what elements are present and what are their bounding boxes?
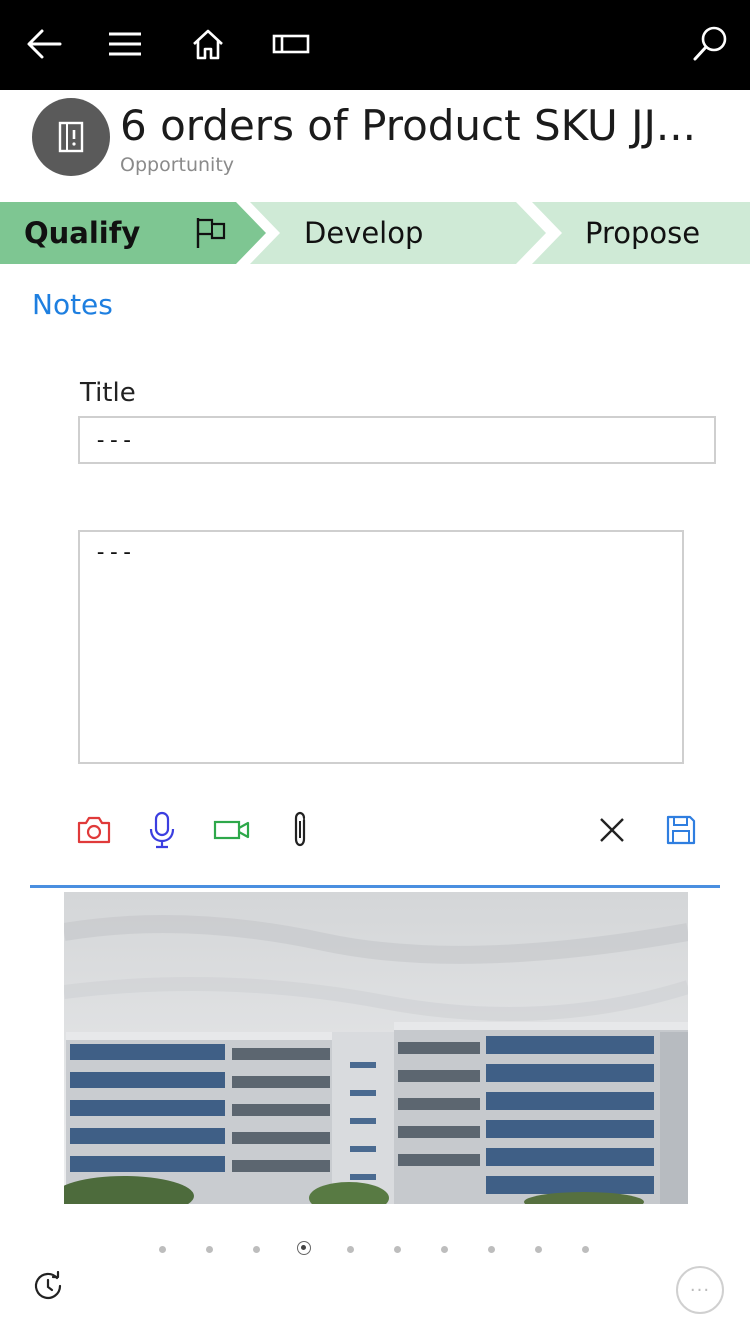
save-button[interactable] bbox=[657, 806, 705, 854]
page-title: 6 orders of Product SKU JJ... bbox=[120, 101, 696, 150]
video-button[interactable] bbox=[208, 806, 256, 854]
note-body-value: --- bbox=[94, 540, 134, 565]
page-dot[interactable] bbox=[394, 1246, 401, 1253]
page-dot[interactable] bbox=[441, 1246, 448, 1253]
toolbar-divider bbox=[30, 885, 720, 888]
camera-icon bbox=[77, 816, 111, 844]
window-button[interactable] bbox=[263, 18, 319, 70]
note-body-textarea[interactable]: --- bbox=[78, 530, 684, 764]
title-field-label: Title bbox=[80, 378, 136, 408]
close-icon bbox=[600, 818, 624, 842]
page-dot[interactable] bbox=[206, 1246, 213, 1253]
page-dot[interactable] bbox=[582, 1246, 589, 1253]
more-options-label: ··· bbox=[689, 1279, 711, 1301]
page-dot-active[interactable] bbox=[297, 1241, 311, 1255]
hamburger-menu-icon bbox=[109, 32, 141, 56]
search-icon bbox=[693, 26, 727, 61]
menu-button[interactable] bbox=[97, 18, 153, 70]
record-header: 6 orders of Product SKU JJ... Opportunit… bbox=[0, 90, 750, 202]
process-stage-bar: Qualify Develop Propose bbox=[0, 202, 750, 264]
page-dot[interactable] bbox=[347, 1246, 354, 1253]
stage-propose[interactable]: Propose bbox=[585, 202, 700, 264]
home-icon bbox=[193, 29, 223, 60]
microphone-icon bbox=[149, 811, 175, 849]
discard-button[interactable] bbox=[588, 806, 636, 854]
clock-refresh-icon bbox=[34, 1271, 62, 1300]
note-title-value: --- bbox=[94, 427, 134, 453]
back-arrow-icon bbox=[27, 29, 62, 59]
more-options-button[interactable]: ··· bbox=[676, 1266, 724, 1314]
opportunity-icon bbox=[58, 121, 84, 153]
attach-button[interactable] bbox=[276, 806, 324, 854]
page-dot[interactable] bbox=[253, 1246, 260, 1253]
window-icon bbox=[272, 34, 310, 54]
recent-activity-button[interactable] bbox=[28, 1266, 68, 1306]
stage-develop[interactable]: Develop bbox=[304, 202, 423, 264]
notes-section-title[interactable]: Notes bbox=[32, 288, 113, 321]
home-button[interactable] bbox=[180, 18, 236, 70]
stage-flag-button[interactable] bbox=[194, 216, 228, 250]
camera-button[interactable] bbox=[70, 806, 118, 854]
flag-icon bbox=[196, 218, 226, 248]
stage-qualify[interactable]: Qualify bbox=[24, 202, 140, 264]
building-photo-image bbox=[64, 892, 688, 1204]
avatar bbox=[32, 98, 110, 176]
page-dot[interactable] bbox=[159, 1246, 166, 1253]
search-button[interactable] bbox=[682, 18, 738, 70]
attached-photo[interactable] bbox=[64, 892, 688, 1204]
carousel-pagination bbox=[0, 1238, 750, 1262]
paperclip-icon bbox=[294, 811, 306, 847]
video-icon bbox=[213, 820, 250, 840]
entity-type-label: Opportunity bbox=[120, 154, 235, 176]
save-icon bbox=[666, 815, 696, 845]
page-dot[interactable] bbox=[535, 1246, 542, 1253]
microphone-button[interactable] bbox=[138, 806, 186, 854]
back-button[interactable] bbox=[16, 18, 72, 70]
top-app-bar bbox=[0, 0, 750, 90]
page-dot[interactable] bbox=[488, 1246, 495, 1253]
note-title-input[interactable]: --- bbox=[78, 416, 716, 464]
